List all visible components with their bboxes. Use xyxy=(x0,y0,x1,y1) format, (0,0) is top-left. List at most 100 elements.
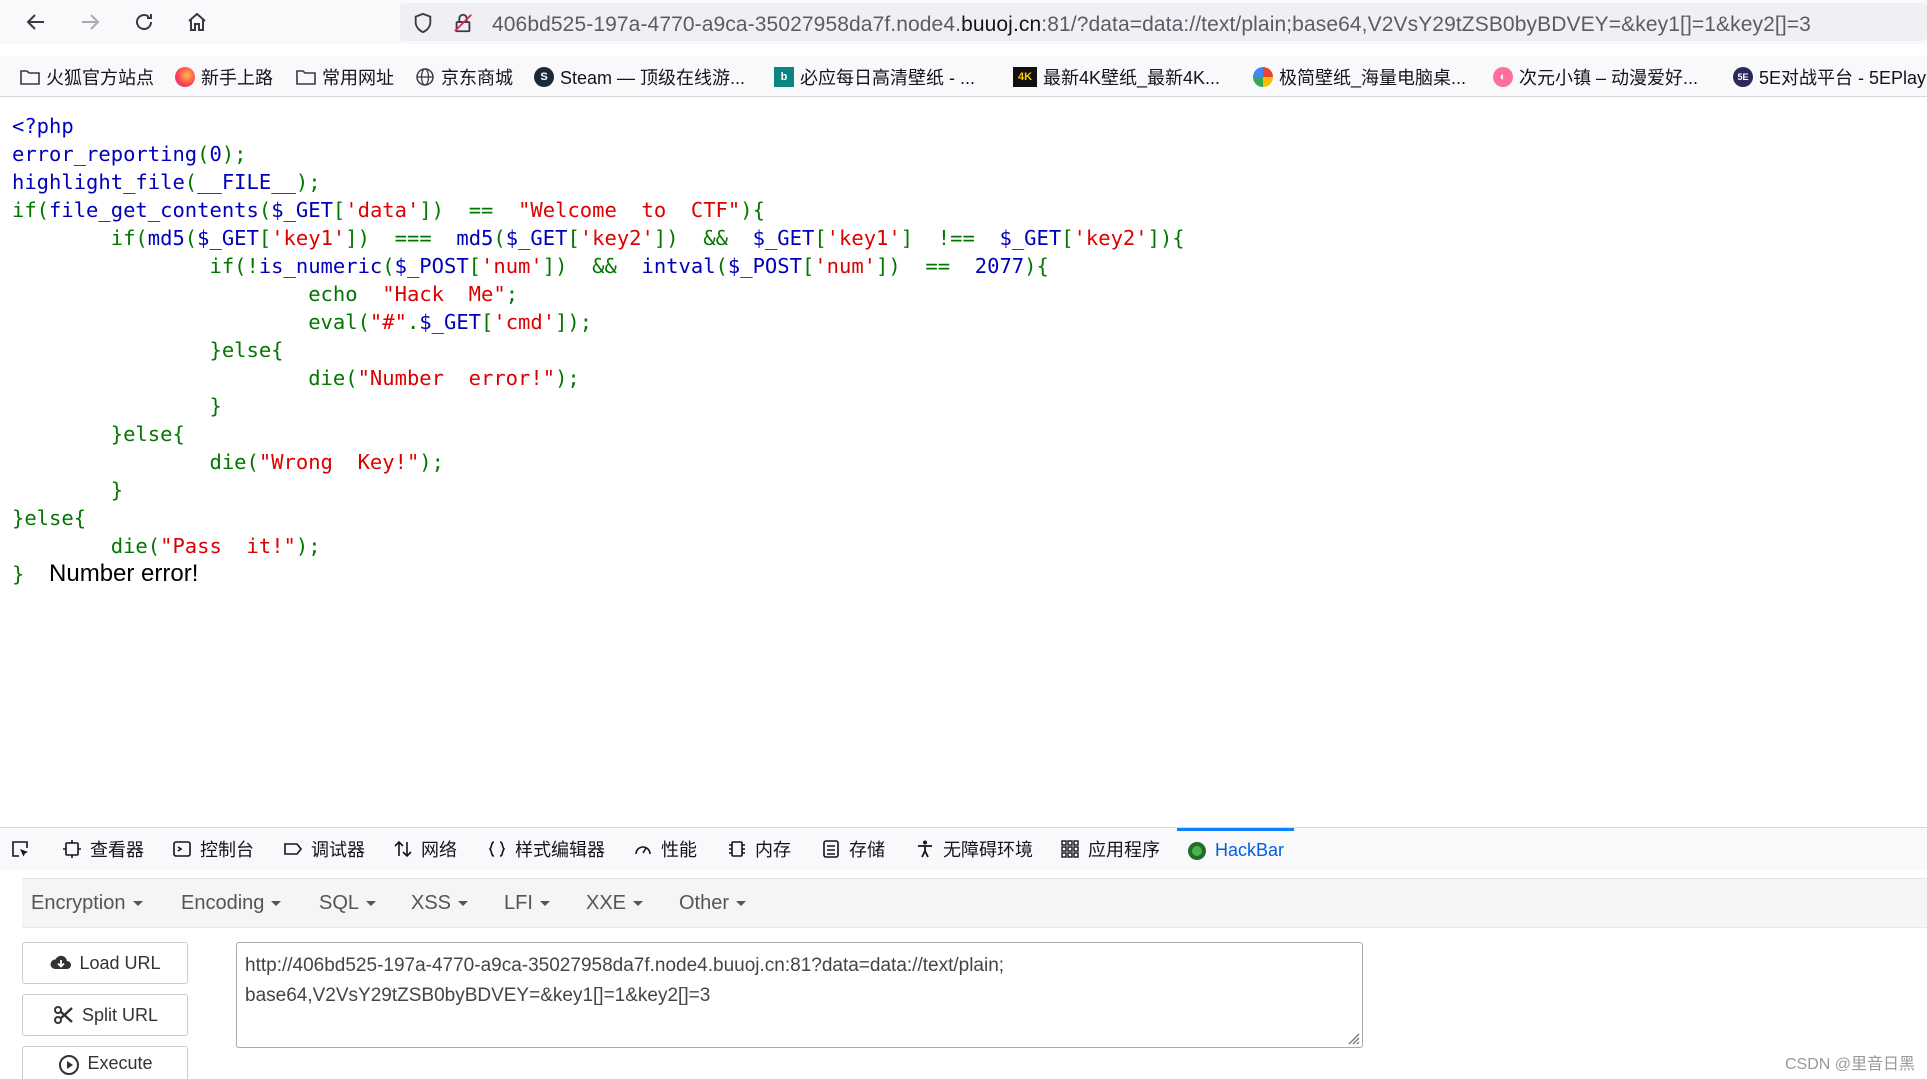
url-text[interactable]: 406bd525-197a-4770-a9ca-35027958da7f.nod… xyxy=(492,13,1811,37)
hackbar-menu: Encryption Encoding SQL XSS LFI XXE Othe… xyxy=(22,878,1927,928)
console-icon xyxy=(173,841,191,857)
bookmark-item[interactable]: 火狐官方站点 xyxy=(20,65,154,89)
tab-debugger[interactable]: 调试器 xyxy=(283,828,365,870)
folder-icon xyxy=(20,67,40,87)
hackbar-url-textarea[interactable]: http://406bd525-197a-4770-a9ca-35027958d… xyxy=(236,942,1363,1048)
tab-label: 调试器 xyxy=(311,840,365,860)
bing-icon: b xyxy=(774,67,794,87)
debugger-icon xyxy=(284,843,303,855)
pinwheel-icon xyxy=(1253,67,1273,87)
bookmark-label: 最新4K壁纸_最新4K... xyxy=(1043,68,1221,88)
url-prefix: 406bd525-197a-4770-a9ca-35027958da7f.nod… xyxy=(492,13,962,36)
bookmark-item[interactable]: 京东商城 xyxy=(415,65,513,89)
4k-icon: 4K xyxy=(1013,67,1037,87)
watermark: CSDN @里音日黑 xyxy=(1784,1056,1915,1073)
bookmark-label: 5E对战平台 - 5EPlay xyxy=(1759,68,1927,88)
menu-sql[interactable]: SQL xyxy=(319,892,377,915)
url-line: http://406bd525-197a-4770-a9ca-35027958d… xyxy=(245,955,1005,976)
address-bar[interactable]: 406bd525-197a-4770-a9ca-35027958da7f.nod… xyxy=(400,3,1927,41)
code-line: }else{ xyxy=(12,506,87,530)
bookmark-item[interactable]: S Steam — 顶级在线游... xyxy=(534,65,745,89)
code-line: die("Number error!"); xyxy=(12,366,580,390)
bookmark-item[interactable]: 极简壁纸_海量电脑桌... xyxy=(1253,65,1466,89)
code-line: error_reporting(0); xyxy=(12,142,247,166)
cloud-download-icon xyxy=(50,955,72,969)
tab-network[interactable]: 网络 xyxy=(393,828,457,870)
shield-icon[interactable] xyxy=(412,12,434,34)
bookmark-label: 次元小镇 – 动漫爱好... xyxy=(1519,68,1699,88)
url-line: base64,V2VsY29tZSB0byBDVEY=&key1[]=1&key… xyxy=(245,985,711,1006)
insecure-lock-icon[interactable] xyxy=(452,12,474,34)
menu-xxe[interactable]: XXE xyxy=(586,892,644,915)
tab-inspector[interactable]: 查看器 xyxy=(62,828,144,870)
bookmark-item[interactable]: 新手上路 xyxy=(175,65,273,89)
menu-label: XXE xyxy=(586,892,627,914)
home-button[interactable] xyxy=(181,6,213,38)
split-url-button[interactable]: Split URL xyxy=(22,994,188,1036)
devtools-tabbar: 查看器 控制台 调试器 网络 样式编辑器 性能 内存 存储 无障碍环境 应用程序… xyxy=(0,827,1927,871)
5e-icon: 5E xyxy=(1733,67,1753,87)
inspector-icon xyxy=(63,840,81,858)
bookmarks-bar: 火狐官方站点 新手上路 常用网址 京东商城 S Steam — 顶级在线游...… xyxy=(0,56,1927,97)
tab-hackbar[interactable]: HackBar xyxy=(1177,828,1295,870)
menu-other[interactable]: Other xyxy=(679,892,747,915)
tab-storage[interactable]: 存储 xyxy=(821,828,885,870)
menu-encryption[interactable]: Encryption xyxy=(31,892,143,915)
caret-down-icon xyxy=(458,901,469,907)
back-button[interactable] xyxy=(20,6,52,38)
forward-button[interactable] xyxy=(74,6,106,38)
tab-label: 存储 xyxy=(849,840,885,860)
code-line: eval("#".$_GET['cmd']); xyxy=(12,310,593,334)
folder-icon xyxy=(296,67,316,87)
code-line: } xyxy=(12,394,222,418)
element-picker-button[interactable] xyxy=(10,828,38,870)
globe-icon xyxy=(415,67,435,87)
tab-label: 样式编辑器 xyxy=(515,840,605,860)
button-label: Execute xyxy=(87,1053,153,1073)
execute-button[interactable]: Execute xyxy=(22,1046,188,1079)
reload-button[interactable] xyxy=(128,6,160,38)
bookmark-item[interactable]: 5E 5E对战平台 - 5EPlay xyxy=(1733,65,1926,89)
bookmark-label: 京东商城 xyxy=(441,68,513,88)
php-source-code: <?php error_reporting(0); highlight_file… xyxy=(12,112,1185,588)
play-circle-icon xyxy=(59,1055,80,1075)
url-host: buuoj.cn xyxy=(961,13,1042,36)
tab-memory[interactable]: 内存 xyxy=(727,828,791,870)
menu-encoding[interactable]: Encoding xyxy=(181,892,282,915)
menu-label: Other xyxy=(679,892,730,914)
tab-label: HackBar xyxy=(1215,840,1285,860)
performance-icon xyxy=(635,846,651,855)
tab-performance[interactable]: 性能 xyxy=(633,828,697,870)
code-line: if(file_get_contents($_GET['data']) == "… xyxy=(12,198,765,222)
bookmark-label: 新手上路 xyxy=(201,68,273,88)
bookmark-label: 常用网址 xyxy=(322,68,394,88)
menu-label: Encoding xyxy=(181,892,265,914)
caret-down-icon xyxy=(736,901,747,907)
bookmark-item[interactable]: 常用网址 xyxy=(296,65,394,89)
reload-icon xyxy=(136,14,152,30)
menu-label: LFI xyxy=(504,892,533,914)
load-url-button[interactable]: Load URL xyxy=(22,942,188,984)
tab-accessibility[interactable]: 无障碍环境 xyxy=(915,828,1033,870)
tab-application[interactable]: 应用程序 xyxy=(1060,828,1160,870)
menu-lfi[interactable]: LFI xyxy=(504,892,550,915)
browser-toolbar: 406bd525-197a-4770-a9ca-35027958da7f.nod… xyxy=(0,0,1927,44)
scissors-icon xyxy=(53,1006,73,1024)
bookmark-item[interactable]: 4K 最新4K壁纸_最新4K... xyxy=(1013,65,1220,89)
bookmark-item[interactable]: b 必应每日高清壁纸 - ... xyxy=(774,65,975,89)
resize-grip-icon[interactable] xyxy=(1344,1029,1360,1045)
button-label: Split URL xyxy=(81,1004,159,1025)
tab-label: 性能 xyxy=(661,840,697,860)
code-line: die("Wrong Key!"); xyxy=(12,450,444,474)
picker-icon xyxy=(12,841,28,857)
back-arrow-icon xyxy=(26,14,44,30)
network-icon xyxy=(394,840,412,858)
menu-xss[interactable]: XSS xyxy=(411,892,469,915)
caret-down-icon xyxy=(366,901,377,907)
forward-arrow-icon xyxy=(82,14,100,30)
caret-down-icon xyxy=(271,901,282,907)
bookmark-item[interactable]: ◐ 次元小镇 – 动漫爱好... xyxy=(1493,65,1698,89)
bookmark-label: Steam — 顶级在线游... xyxy=(560,68,746,88)
tab-console[interactable]: 控制台 xyxy=(172,828,254,870)
tab-style-editor[interactable]: 样式编辑器 xyxy=(487,828,605,870)
